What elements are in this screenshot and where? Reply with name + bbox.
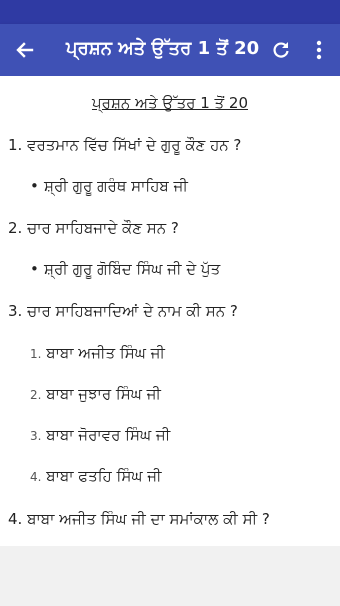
list-item: 1. ਬਾਬਾ ਅਜੀਤ ਸਿੰਘ ਜੀ — [30, 344, 165, 362]
more-vert-icon[interactable] — [306, 37, 332, 63]
list-number: 4. — [30, 470, 42, 484]
content-heading: ਪ੍ਰਸ਼ਨ ਅਤੇ ਉੱਤਰ 1 ਤੋਂ 20 — [91, 94, 249, 112]
list-item-text: ਬਾਬਾ ਜੋਰਾਵਰ ਸਿੰਘ ਜੀ — [46, 426, 171, 444]
status-bar — [0, 0, 340, 24]
list-item: 4. ਬਾਬਾ ਫਤਹਿ ਸਿੰਘ ਜੀ — [30, 467, 162, 485]
refresh-icon[interactable] — [268, 37, 294, 63]
answer-2: • ਸ਼੍ਰੀ ਗੁਰੂ ਗੋਬਿੰਦ ਸਿੰਘ ਜੀ ਦੇ ਪੁੱਤ — [30, 260, 220, 278]
list-item: 2. ਬਾਬਾ ਜੁਝਾਰ ਸਿੰਘ ਜੀ — [30, 385, 161, 403]
list-item-text: ਬਾਬਾ ਅਜੀਤ ਸਿੰਘ ਜੀ — [46, 344, 165, 362]
page-title: ਪ੍ਰਸ਼ਨ ਅਤੇ ਉੱਤਰ 1 ਤੋਂ 20 — [66, 38, 260, 59]
question-4: 4. ਬਾਬਾ ਅਜੀਤ ਸਿੰਘ ਜੀ ਦਾ ਸਮਾਂਕਾਲ ਕੀ ਸੀ ? — [8, 510, 270, 528]
list-item-text: ਬਾਬਾ ਜੁਝਾਰ ਸਿੰਘ ਜੀ — [46, 385, 161, 403]
bullet-icon: • — [30, 260, 39, 278]
list-item: 3. ਬਾਬਾ ਜੋਰਾਵਰ ਸਿੰਘ ਜੀ — [30, 426, 170, 444]
question-1: 1. ਵਰਤਮਾਨ ਵਿੱਚ ਸਿੱਖਾਂ ਦੇ ਗੁਰੂ ਕੌਣ ਹਨ ? — [8, 136, 242, 154]
list-number: 2. — [30, 388, 42, 402]
list-number: 1. — [30, 347, 42, 361]
bottom-area — [0, 546, 340, 606]
answer-1: • ਸ਼੍ਰੀ ਗੁਰੂ ਗਰੰਥ ਸਾਹਿਬ ਜੀ — [30, 177, 188, 195]
bullet-icon: • — [30, 177, 39, 195]
app-bar: ਪ੍ਰਸ਼ਨ ਅਤੇ ਉੱਤਰ 1 ਤੋਂ 20 — [0, 24, 340, 76]
list-item-text: ਬਾਬਾ ਫਤਹਿ ਸਿੰਘ ਜੀ — [46, 467, 162, 485]
question-2: 2. ਚਾਰ ਸਾਹਿਬਜਾਦੇ ਕੌਣ ਸਨ ? — [8, 219, 179, 237]
answer-2-text: ਸ਼੍ਰੀ ਗੁਰੂ ਗੋਬਿੰਦ ਸਿੰਘ ਜੀ ਦੇ ਪੁੱਤ — [44, 260, 221, 278]
question-3: 3. ਚਾਰ ਸਾਹਿਬਜਾਦਿਆਂ ਦੇ ਨਾਮ ਕੀ ਸਨ ? — [8, 302, 238, 320]
qa-content[interactable]: ਪ੍ਰਸ਼ਨ ਅਤੇ ਉੱਤਰ 1 ਤੋਂ 20 1. ਵਰਤਮਾਨ ਵਿੱਚ … — [0, 76, 340, 546]
back-arrow-icon[interactable] — [12, 37, 38, 63]
list-number: 3. — [30, 429, 42, 443]
answer-1-text: ਸ਼੍ਰੀ ਗੁਰੂ ਗਰੰਥ ਸਾਹਿਬ ਜੀ — [44, 177, 188, 195]
